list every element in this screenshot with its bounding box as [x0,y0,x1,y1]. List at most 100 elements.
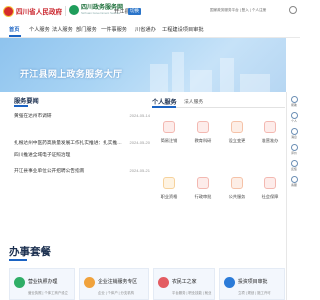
national-emblem-icon [3,5,14,17]
nav-department[interactable]: 部门服务 [76,26,97,33]
news-item[interactable]: 扎根达州中医药高质量发展工作扎实推进：扎实推进乡… 2024-05-20 [14,140,150,152]
package-card-migrant-workers[interactable]: 农民工之家 平台服务 | 职业技能 | 就业 [153,268,215,300]
service-label: 行政审批 [194,194,212,199]
news-item-title[interactable]: 黄强在达州市调研 [14,113,124,119]
news-title-bar [14,105,28,107]
nav-corporate[interactable]: 法人服务 [52,26,73,33]
sidebar-item-rating[interactable]: 评价 [288,144,300,155]
graduation-icon [197,121,209,133]
service-label: 设立变更 [228,138,246,143]
banner-building [240,74,270,92]
sidebar-label: 个人 [291,119,297,123]
banner-building [172,52,184,92]
news-item-title[interactable]: 四川推进全域电子证照治理 [14,152,124,158]
feedback-icon [290,160,298,167]
main-nav: 首页 个人服务 法人服务 部门服务 一件事服务 川省通办 工程建设项目审批 [0,22,300,38]
sidebar-label: 客服 [291,183,297,187]
news-section-title: 服务要闻 [14,98,39,105]
service-item-qualification[interactable]: 职业资格 [154,177,184,210]
service-item-establish-change[interactable]: 设立变更 [222,121,252,154]
package-card-subtitle: 平台服务 | 职业技能 | 就业 [172,291,212,295]
province-logo[interactable]: 四川省人民政府 [3,5,62,17]
stamp-icon [197,177,209,189]
accessibility-icon[interactable] [289,6,297,14]
package-card-subtitle: 企业 | 个体户 | 分支机构 [98,291,135,295]
edit-icon [231,121,243,133]
service-label: 职业资格 [160,194,178,199]
people-icon [231,177,243,189]
package-card-deregistration[interactable]: 企业注销服务专区 企业 | 个体户 | 分支机构 [79,268,149,300]
sidebar-item-message[interactable]: 消息 [288,128,300,139]
help-icon [290,96,298,103]
floating-sidebar: 帮助 个人 消息 评价 反馈 客服 [286,92,300,300]
banner-building [150,64,168,92]
nav-province-wide[interactable]: 川省通办 [135,26,156,33]
sidebar-label: 评价 [291,151,297,155]
sidebar-label: 反馈 [291,167,297,171]
service-item-permit[interactable]: 准营准办 [255,121,285,154]
message-icon [290,128,298,135]
nav-personal[interactable]: 个人服务 [29,26,50,33]
service-logo-icon [69,5,79,15]
hero-banner [0,38,286,92]
package-card-title: 投资项目审批 [238,280,268,285]
news-item-date: 2024-05-21 [129,168,150,173]
service-item-education[interactable]: 教育科研 [188,121,218,154]
service-label: 简易注销 [160,138,178,143]
news-item-title[interactable]: 开江县事业单位公开招聘公告指南 [14,168,124,174]
license-icon [264,121,276,133]
sidebar-item-feedback[interactable]: 反馈 [288,160,300,171]
packages-section-title: 办事套餐 [9,246,51,258]
sidebar-item-support[interactable]: 客服 [288,176,300,187]
news-item-date: 2024-05-14 [129,113,150,118]
banner-title: 开江县网上政务服务大厅 [20,69,123,79]
top-header: 四川省人民政府 四川政务服务网 Sichuan Government Servi… [0,0,300,22]
nav-home[interactable]: 首页 [9,26,19,33]
header-divider [65,6,66,16]
package-card-business-license[interactable]: 营业执照办理 营业执照 | 个体工商户设立 [9,268,75,300]
tab-active-indicator [152,106,176,108]
tab-personal-services[interactable]: 个人服务 [152,97,177,106]
badge-icon [163,177,175,189]
project-icon [224,277,235,288]
worker-icon [158,277,169,288]
news-item[interactable]: 开江县事业单位公开招聘公告指南 2024-05-21 [14,168,150,180]
news-item[interactable]: 四川推进全域电子证照治理 [14,152,150,164]
sidebar-item-personal[interactable]: 个人 [288,112,300,123]
banner-building [190,70,212,92]
license-icon [14,277,25,288]
service-label: 公共服务 [228,194,246,199]
service-label: 准营准办 [261,138,279,143]
switch-area-button[interactable]: 切换 [128,7,141,15]
tab-corporate-services[interactable]: 法人服务 [184,98,203,105]
user-icon [290,112,298,119]
packages-title-bar [9,259,27,261]
nav-construction-approval[interactable]: 工程建设项目审批 [162,26,204,33]
package-card-subtitle: 立项 | 规划 | 施工许可 [238,291,271,295]
province-site-name: 四川省人民政府 [16,9,63,16]
shield-icon [264,177,276,189]
package-card-investment-approval[interactable]: 投资项目审批 立项 | 规划 | 施工许可 [219,268,285,300]
headset-icon [290,176,298,183]
package-card-title: 农民工之家 [172,280,197,285]
sidebar-label: 消息 [291,135,297,139]
package-card-title: 营业执照办理 [28,280,58,285]
service-item-simple-deregistration[interactable]: 简易注销 [154,121,184,154]
star-icon [290,144,298,151]
nav-active-indicator [9,35,21,37]
service-item-public-service[interactable]: 公共服务 [222,177,252,210]
package-card-title: 企业注销服务专区 [98,280,138,285]
service-label: 社会保障 [261,194,279,199]
nav-one-thing[interactable]: 一件事服务 [101,26,127,33]
news-item[interactable]: 黄强在达州市调研 2024-05-14 [14,113,150,125]
package-card-subtitle: 营业执照 | 个体工商户设立 [28,291,69,295]
service-item-admin-approval[interactable]: 行政审批 [188,177,218,210]
top-links[interactable]: 国家政务服务平台 | 登入 | 个人注册 [210,8,266,13]
service-label: 教育科研 [194,138,212,143]
service-item-social-security[interactable]: 社会保障 [255,177,285,210]
news-item-title[interactable]: 扎根达州中医药高质量发展工作扎实推进：扎实推进乡… [14,140,124,146]
banner-building [220,58,234,92]
news-item-date: 2024-05-20 [129,140,150,145]
document-icon [163,121,175,133]
sidebar-item-help[interactable]: 帮助 [288,96,300,107]
